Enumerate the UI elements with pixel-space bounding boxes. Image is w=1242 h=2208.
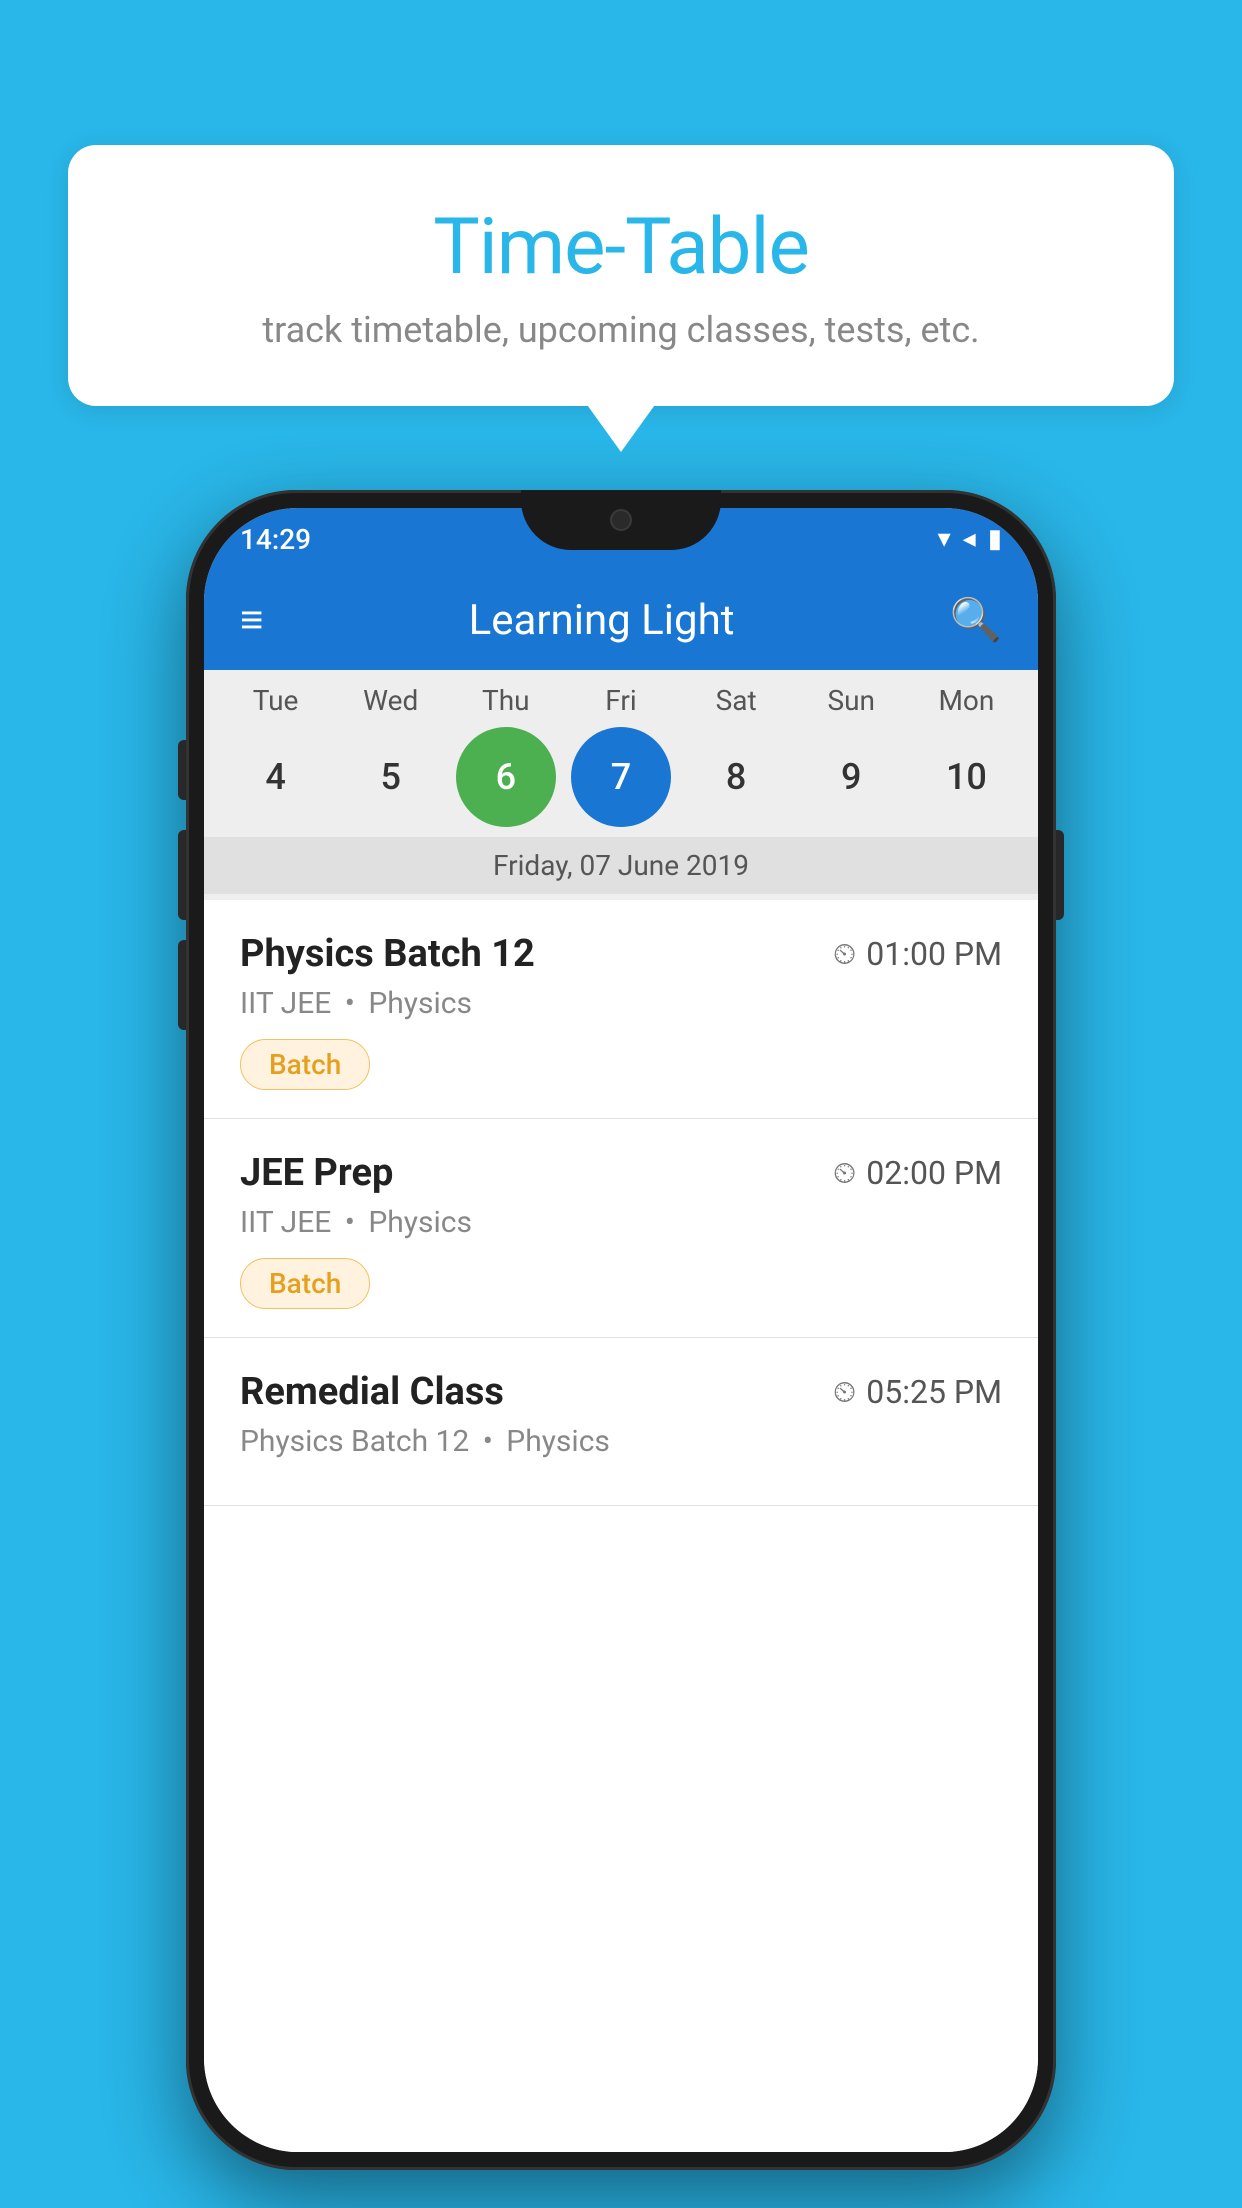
- day-7-selected[interactable]: 7: [571, 727, 671, 827]
- camera: [610, 509, 632, 531]
- signal-icon: ◂: [963, 524, 976, 554]
- tooltip-subtitle: track timetable, upcoming classes, tests…: [118, 309, 1124, 351]
- schedule-item-name-2: JEE Prep: [240, 1151, 393, 1195]
- schedule-time-value-2: 02:00 PM: [866, 1154, 1002, 1192]
- notch: [521, 490, 721, 550]
- day-6-today[interactable]: 6: [456, 727, 556, 827]
- schedule-item-1[interactable]: Physics Batch 12 ⏲ 01:00 PM IIT JEE • Ph…: [204, 900, 1038, 1119]
- day-label-sat: Sat: [686, 684, 786, 717]
- schedule-item-time-2: ⏲ 02:00 PM: [833, 1154, 1002, 1192]
- schedule-item-time-3: ⏲ 05:25 PM: [833, 1373, 1002, 1411]
- day-10[interactable]: 10: [916, 727, 1016, 827]
- schedule-item-name-3: Remedial Class: [240, 1370, 504, 1414]
- schedule-item-sub-3: Physics Batch 12 • Physics: [240, 1424, 1002, 1459]
- schedule-item-name-1: Physics Batch 12: [240, 932, 535, 976]
- schedule-item-sub-1: IIT JEE • Physics: [240, 986, 1002, 1021]
- status-icons: ▾ ◂ ▮: [938, 524, 1002, 554]
- status-time: 14:29: [240, 523, 311, 556]
- clock-icon-2: ⏲: [833, 1156, 856, 1191]
- day-label-tue: Tue: [226, 684, 326, 717]
- search-button[interactable]: 🔍: [950, 596, 1002, 645]
- tooltip-title: Time-Table: [118, 205, 1124, 291]
- selected-date-label: Friday, 07 June 2019: [204, 837, 1038, 894]
- hamburger-icon[interactable]: ≡: [240, 600, 263, 640]
- day-4[interactable]: 4: [226, 727, 326, 827]
- day-label-thu: Thu: [456, 684, 556, 717]
- day-numbers: 4 5 6 7 8 9 10: [204, 727, 1038, 827]
- schedule-time-value-1: 01:00 PM: [866, 935, 1002, 973]
- day-label-mon: Mon: [916, 684, 1016, 717]
- day-5[interactable]: 5: [341, 727, 441, 827]
- schedule-item-3[interactable]: Remedial Class ⏲ 05:25 PM Physics Batch …: [204, 1338, 1038, 1506]
- schedule-list: Physics Batch 12 ⏲ 01:00 PM IIT JEE • Ph…: [204, 900, 1038, 2152]
- calendar-bar: Tue Wed Thu Fri Sat Sun Mon 4 5 6 7 8: [204, 670, 1038, 900]
- batch-tag-1: Batch: [240, 1039, 370, 1090]
- day-9[interactable]: 9: [801, 727, 901, 827]
- schedule-time-value-3: 05:25 PM: [866, 1373, 1002, 1411]
- batch-tag-2: Batch: [240, 1258, 370, 1309]
- wifi-icon: ▾: [938, 524, 951, 554]
- tooltip-card: Time-Table track timetable, upcoming cla…: [68, 145, 1174, 406]
- day-label-wed: Wed: [341, 684, 441, 717]
- schedule-item-sub-2: IIT JEE • Physics: [240, 1205, 1002, 1240]
- app-title: Learning Light: [293, 596, 909, 645]
- day-label-sun: Sun: [801, 684, 901, 717]
- day-label-fri: Fri: [571, 684, 671, 717]
- phone-outer: 14:29 ▾ ◂ ▮ ≡ Learning Light 🔍 T: [186, 490, 1056, 2170]
- phone-mockup: 14:29 ▾ ◂ ▮ ≡ Learning Light 🔍 T: [186, 490, 1056, 2170]
- schedule-item-2[interactable]: JEE Prep ⏲ 02:00 PM IIT JEE • Physics Ba…: [204, 1119, 1038, 1338]
- day-labels: Tue Wed Thu Fri Sat Sun Mon: [204, 684, 1038, 717]
- clock-icon-3: ⏲: [833, 1375, 856, 1410]
- app-bar: ≡ Learning Light 🔍: [204, 570, 1038, 670]
- schedule-item-time-1: ⏲ 01:00 PM: [833, 935, 1002, 973]
- clock-icon-1: ⏲: [833, 937, 856, 972]
- phone-screen: 14:29 ▾ ◂ ▮ ≡ Learning Light 🔍 T: [204, 508, 1038, 2152]
- day-8[interactable]: 8: [686, 727, 786, 827]
- battery-icon: ▮: [988, 524, 1002, 554]
